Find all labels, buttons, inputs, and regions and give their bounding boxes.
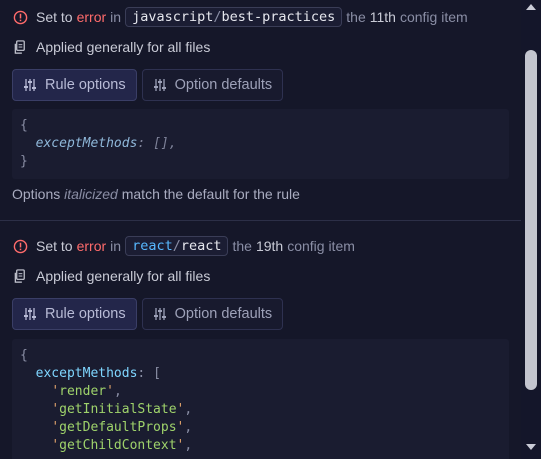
option-value: 'render', (51, 384, 122, 399)
option-value: 'getDefaultProps', (51, 420, 193, 435)
rule-config-panel: Set to error in javascript/best-practice… (0, 0, 521, 459)
option-value: 'getChildContext', (51, 438, 193, 453)
in-label: in (110, 9, 122, 25)
rule-options-label: Rule options (45, 77, 126, 93)
files-icon (12, 39, 28, 55)
severity-row: Set to error in javascript/best-practice… (12, 6, 468, 28)
applied-row: Applied generally for all files (12, 36, 210, 58)
set-to-label: Set to (36, 9, 73, 25)
config-name: best-practices (221, 9, 336, 25)
error-circle-icon (12, 9, 28, 25)
config-name: react (180, 238, 222, 254)
applied-label: Applied generally for all files (36, 39, 211, 55)
option-key: exceptMethods (35, 366, 138, 381)
rule-options-tab[interactable]: Rule options (12, 298, 137, 330)
error-circle-icon (12, 238, 28, 254)
option-defaults-label: Option defaults (174, 306, 273, 322)
section-divider (0, 220, 521, 221)
config-chip[interactable]: javascript/best-practices (125, 7, 343, 27)
option-defaults-label: Option defaults (174, 77, 273, 93)
scroll-up-arrow-icon[interactable] (526, 4, 536, 10)
option-value: [], (153, 136, 177, 151)
sliders-icon (153, 307, 167, 321)
applied-label: Applied generally for all files (36, 268, 211, 284)
set-to-label: Set to (36, 238, 73, 254)
severity-label: error (76, 9, 107, 25)
ordinal-label: 11th (369, 9, 396, 25)
config-package: javascript (132, 9, 214, 25)
options-tabs: Rule options Option defaults (12, 298, 284, 330)
option-defaults-tab[interactable]: Option defaults (141, 298, 284, 330)
scroll-down-arrow-icon[interactable] (526, 444, 536, 450)
option-key: exceptMethods (35, 136, 138, 151)
the-label: the (346, 9, 366, 25)
sliders-icon (23, 78, 37, 92)
config-item-label: config item (399, 9, 468, 25)
sliders-icon (153, 78, 167, 92)
in-label: in (110, 238, 122, 254)
defaults-note: Options italicized match the default for… (12, 186, 300, 202)
files-icon (12, 268, 28, 284)
ordinal-label: 19th (255, 238, 284, 254)
option-value: 'getInitialState', (51, 402, 193, 417)
options-code-block: { exceptMethods: [], } (12, 109, 509, 179)
rule-options-label: Rule options (45, 306, 126, 322)
the-label: the (232, 238, 252, 254)
severity-row: Set to error in react/react the 19th con… (12, 235, 355, 257)
sliders-icon (23, 307, 37, 321)
scrollbar-thumb[interactable] (525, 50, 537, 390)
config-chip[interactable]: react/react (125, 236, 229, 256)
options-tabs: Rule options Option defaults (12, 69, 284, 101)
severity-label: error (76, 238, 107, 254)
rule-options-tab[interactable]: Rule options (12, 69, 137, 101)
vertical-scrollbar[interactable] (521, 0, 541, 459)
options-code-block: { exceptMethods: [ 'render', 'getInitial… (12, 339, 509, 459)
applied-row: Applied generally for all files (12, 265, 210, 287)
config-package: react (132, 238, 173, 254)
config-item-label: config item (287, 238, 355, 254)
option-defaults-tab[interactable]: Option defaults (141, 69, 284, 101)
